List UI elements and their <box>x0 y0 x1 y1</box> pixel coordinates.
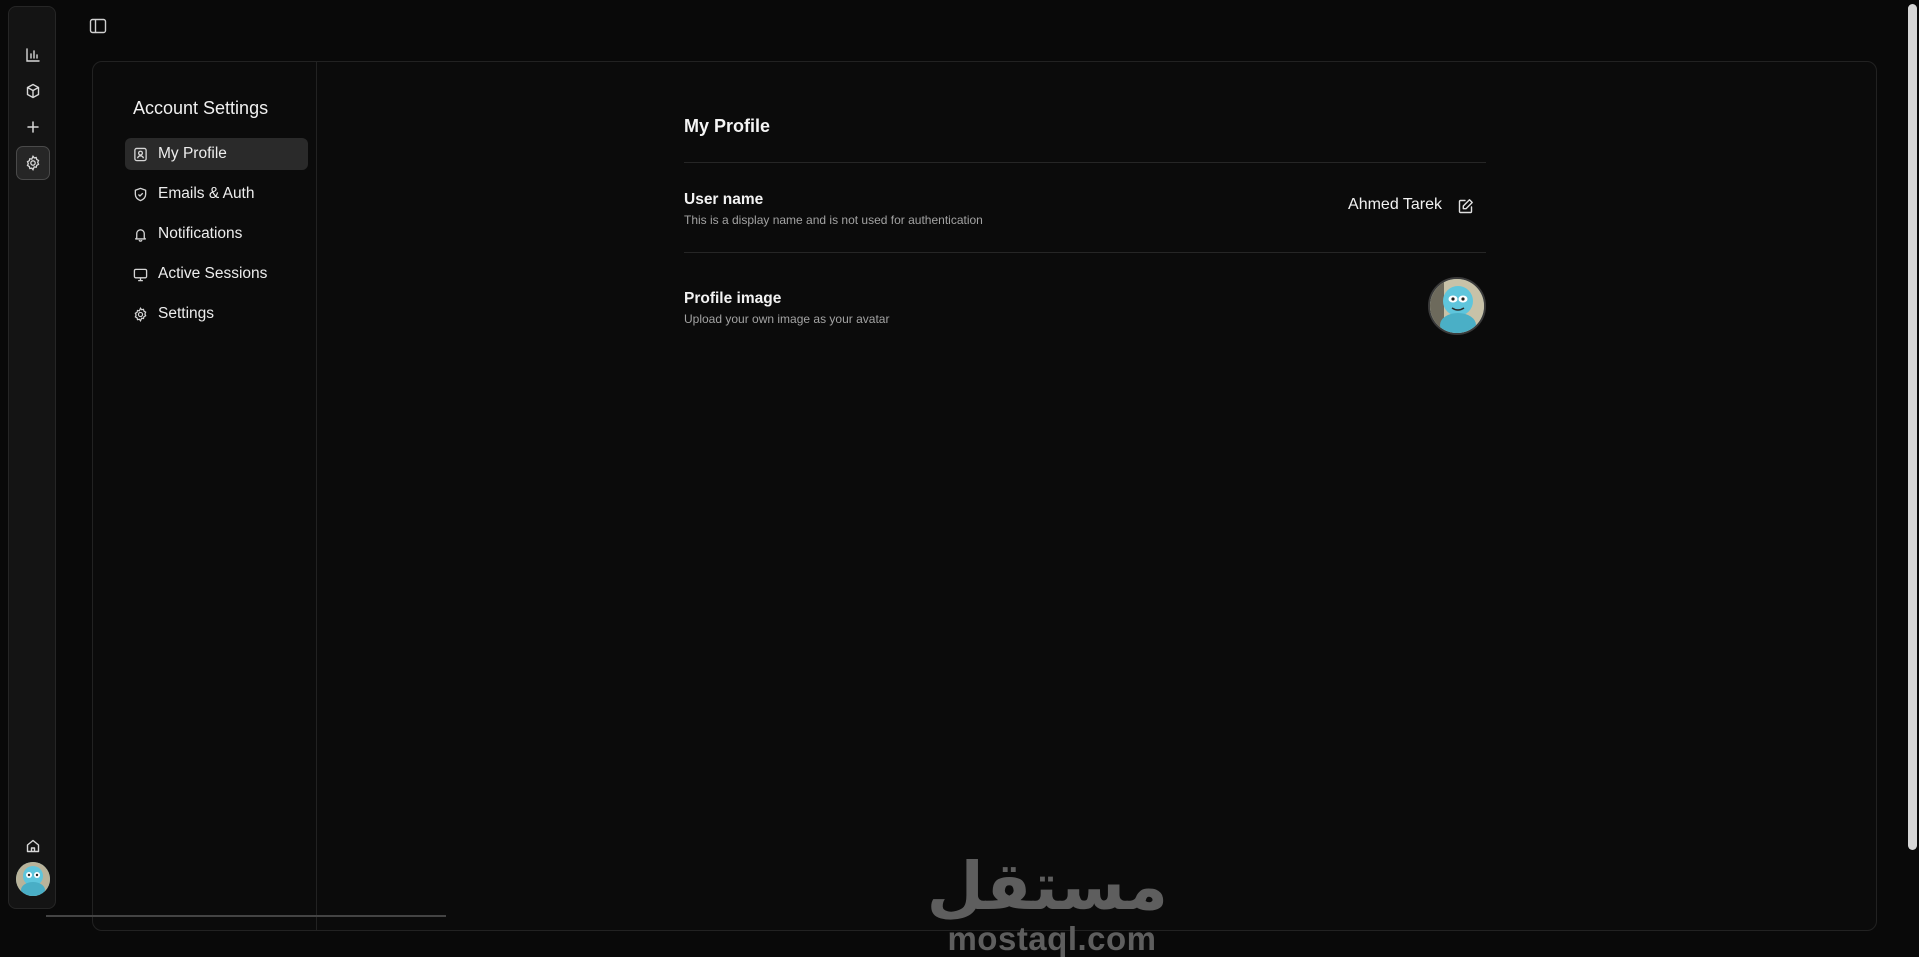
nav-item-settings[interactable]: Settings <box>125 298 308 330</box>
nav-item-label: Active Sessions <box>158 265 268 282</box>
watermark-arabic: مستقل <box>926 848 1168 925</box>
username-description: This is a display name and is not used f… <box>684 213 983 227</box>
username-value: Ahmed Tarek <box>1348 196 1442 213</box>
sidebar-icon <box>89 18 107 34</box>
analytics-icon <box>26 48 40 62</box>
nav-item-my-profile[interactable]: My Profile <box>125 138 308 170</box>
nav-item-notifications[interactable]: Notifications <box>125 218 308 250</box>
nav-item-label: My Profile <box>158 145 227 162</box>
toggle-sidebar-button[interactable] <box>87 15 109 37</box>
gear-icon <box>26 155 40 171</box>
package-icon <box>26 83 40 99</box>
profile-image-title: Profile image <box>684 290 782 307</box>
home-icon <box>26 839 40 853</box>
profile-icon <box>133 146 149 162</box>
nav-item-label: Emails & Auth <box>158 185 255 202</box>
home-button[interactable] <box>16 829 50 863</box>
edit-icon <box>1458 199 1473 214</box>
nav-item-emails-auth[interactable]: Emails & Auth <box>125 178 308 210</box>
nav-item-label: Settings <box>158 305 215 322</box>
shield-icon <box>133 186 149 202</box>
gear-icon <box>133 306 149 322</box>
watermark-latin: mostaql.com <box>947 920 1157 957</box>
settings-panel: Account Settings My Profile Emails & Aut… <box>92 61 1877 956</box>
edit-username-button[interactable] <box>1454 194 1478 218</box>
settings-button[interactable] <box>16 146 50 180</box>
nav-item-label: Notifications <box>158 225 243 242</box>
user-avatar[interactable] <box>16 862 50 896</box>
username-title: User name <box>684 191 764 208</box>
profile-image-avatar[interactable] <box>1428 277 1486 335</box>
nav-item-active-sessions[interactable]: Active Sessions <box>125 258 308 290</box>
nav-title: Account Settings <box>133 98 269 118</box>
watermark: مستقل mostaql.com <box>926 848 1168 957</box>
bell-icon <box>133 226 149 242</box>
monitor-icon <box>133 266 149 282</box>
page-scrollbar[interactable] <box>1908 4 1917 850</box>
account-settings-nav: Account Settings My Profile Emails & Aut… <box>93 62 317 930</box>
page-title: My Profile <box>684 116 771 136</box>
analytics-button[interactable] <box>16 38 50 72</box>
divider <box>684 252 1486 253</box>
add-button[interactable] <box>16 110 50 144</box>
profile-image-description: Upload your own image as your avatar <box>684 312 890 326</box>
divider <box>684 162 1486 163</box>
app-rail <box>8 6 56 909</box>
products-button[interactable] <box>16 74 50 108</box>
plus-icon <box>27 121 39 133</box>
